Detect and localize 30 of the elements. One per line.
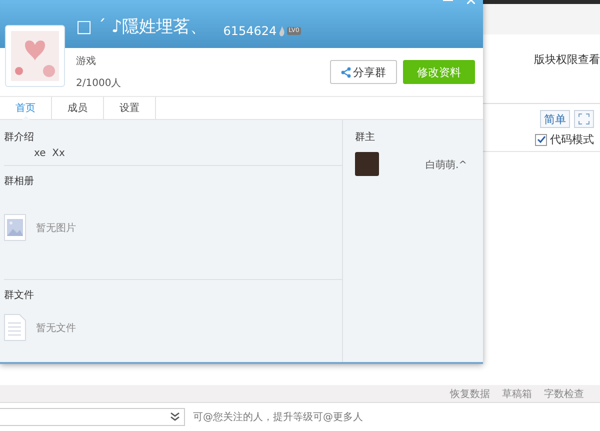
owner-title: 群主 bbox=[355, 130, 376, 144]
heart-pattern-icon bbox=[11, 31, 59, 81]
image-placeholder-icon bbox=[4, 214, 26, 241]
document-icon bbox=[4, 314, 26, 341]
section-title: 群相册 bbox=[4, 174, 35, 188]
editor-link[interactable]: 字数检查 bbox=[544, 386, 584, 400]
fullscreen-button[interactable] bbox=[574, 110, 594, 128]
code-mode-checkbox[interactable] bbox=[535, 134, 547, 146]
group-category: 游戏 bbox=[76, 54, 97, 68]
editor-link[interactable]: 恢复数据 bbox=[450, 386, 490, 400]
code-mode-label: 代码模式 bbox=[550, 132, 594, 147]
simple-mode-button[interactable]: 简单 bbox=[540, 110, 570, 128]
section-title: 群介绍 bbox=[4, 131, 35, 144]
empty-files-text: 暂无文件 bbox=[36, 322, 76, 334]
group-name: □ ˊ ♪隱姓埋茗、 bbox=[76, 16, 208, 38]
mention-hint: 可@您关注的人，提升等级可@更多人 bbox=[193, 410, 363, 424]
chevron-down-icon bbox=[170, 412, 180, 422]
owner-name: 白萌萌.^ bbox=[425, 158, 467, 172]
owner-avatar bbox=[355, 152, 379, 176]
mention-dropdown[interactable] bbox=[0, 408, 185, 426]
share-icon bbox=[341, 66, 351, 78]
section-title: 群文件 bbox=[4, 288, 35, 302]
member-count: 2/1000人 bbox=[76, 77, 122, 90]
permission-link[interactable]: 版块权限查看 bbox=[534, 52, 600, 103]
fullscreen-icon bbox=[578, 113, 590, 125]
empty-album-text: 暂无图片 bbox=[36, 222, 76, 234]
editor-link[interactable]: 草稿箱 bbox=[502, 386, 532, 400]
share-group-button[interactable]: 分享群 bbox=[330, 60, 397, 84]
group-intro-text: xe Xx bbox=[33, 147, 66, 159]
group-number: 6154624 bbox=[223, 24, 277, 38]
